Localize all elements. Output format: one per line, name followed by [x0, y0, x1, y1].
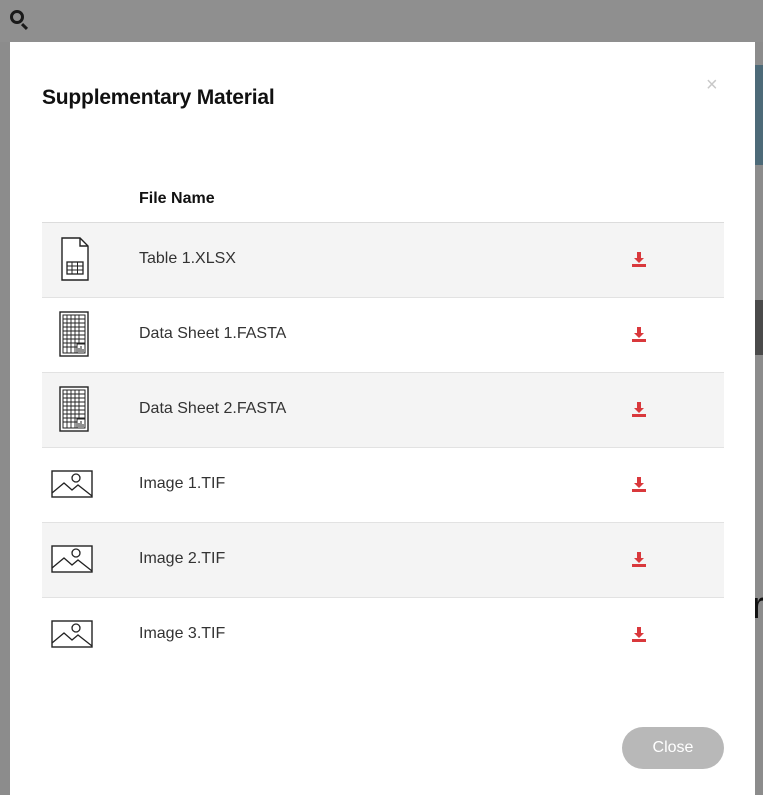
download-icon[interactable] [630, 550, 648, 568]
download-icon[interactable] [630, 475, 648, 493]
data-sheet-file-icon [59, 386, 89, 432]
supplementary-material-modal: Supplementary Material × File Name Table… [10, 42, 755, 795]
file-row: Data Sheet 1.FASTA [42, 298, 724, 373]
file-list: Table 1.XLSX Data Sheet 1.FASTA Data She… [42, 223, 724, 673]
file-name-link[interactable]: Image 2.TIF [139, 550, 225, 568]
close-button[interactable]: Close [622, 727, 724, 769]
file-name-link[interactable]: Table 1.XLSX [139, 250, 236, 268]
file-name-link[interactable]: Data Sheet 1.FASTA [139, 325, 286, 343]
file-name-link[interactable]: Image 3.TIF [139, 625, 225, 643]
image-file-icon [51, 470, 93, 498]
close-icon[interactable]: × [706, 74, 718, 97]
download-icon[interactable] [630, 400, 648, 418]
modal-title: Supplementary Material [42, 86, 275, 109]
file-row: Data Sheet 2.FASTA [42, 373, 724, 448]
file-row: Table 1.XLSX [42, 223, 724, 298]
image-file-icon [51, 545, 93, 573]
data-sheet-file-icon [59, 311, 89, 357]
file-name-column-header: File Name [139, 190, 215, 207]
background-header [0, 0, 763, 42]
download-icon[interactable] [630, 625, 648, 643]
background-image [755, 300, 763, 355]
file-name-link[interactable]: Image 1.TIF [139, 475, 225, 493]
download-icon[interactable] [630, 250, 648, 268]
file-row: Image 2.TIF [42, 523, 724, 598]
spreadsheet-file-icon [61, 237, 89, 281]
image-file-icon [51, 620, 93, 648]
search-icon[interactable] [10, 10, 24, 24]
file-row: Image 3.TIF [42, 598, 724, 673]
download-icon[interactable] [630, 325, 648, 343]
file-name-link[interactable]: Data Sheet 2.FASTA [139, 400, 286, 418]
background-panel [755, 65, 763, 165]
file-row: Image 1.TIF [42, 448, 724, 523]
